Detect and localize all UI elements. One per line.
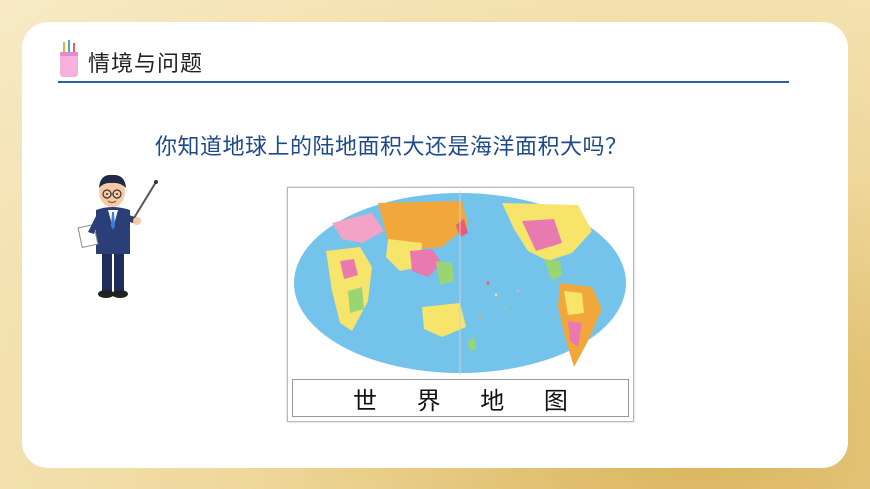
- world-map-image: [292, 191, 629, 375]
- world-map-figure: 世 界 地 图: [287, 187, 634, 422]
- slide-card: 情境与问题 你知道地球上的陆地面积大还是海洋面积大吗？ 世 界 地 图: [22, 22, 848, 468]
- teacher-illustration: [77, 174, 158, 298]
- map-caption-box: 世 界 地 图: [292, 379, 629, 417]
- question-text: 你知道地球上的陆地面积大还是海洋面积大吗？: [155, 135, 628, 160]
- pencil-cup-icon: [60, 40, 78, 77]
- map-caption: 世 界 地 图: [353, 386, 584, 415]
- section-title: 情境与问题: [88, 52, 204, 77]
- header-divider: [58, 81, 789, 83]
